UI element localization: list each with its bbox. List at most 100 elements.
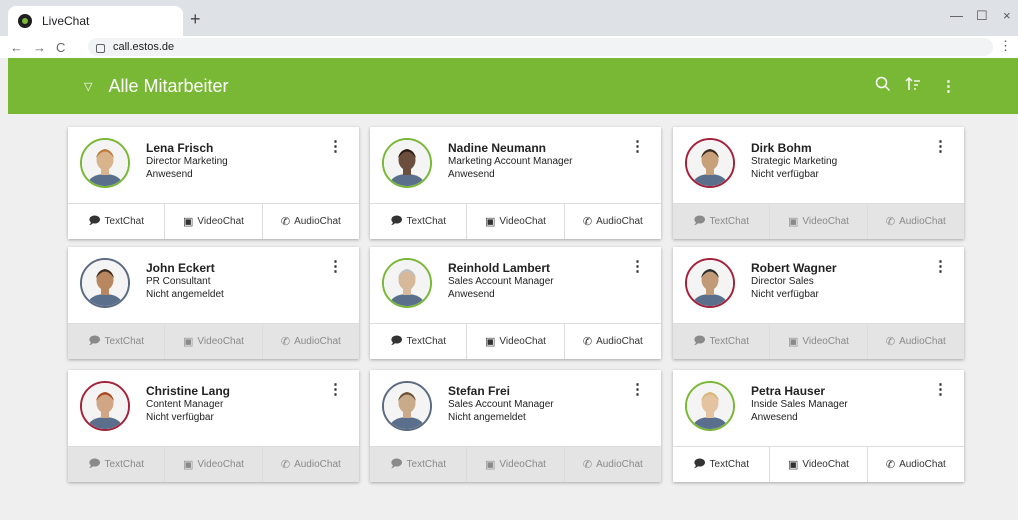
videochat-button[interactable]: ▣ VideoChat [165, 447, 263, 482]
phone-icon: ✆ [582, 216, 593, 228]
minimize-icon[interactable]: — [950, 8, 963, 23]
contact-card[interactable]: John Eckert PR Consultant Nicht angemeld… [68, 247, 359, 359]
textchat-button[interactable]: 🗩︎ TextChat [370, 324, 468, 359]
page-title: Alle Mitarbeiter [108, 75, 229, 96]
textchat-button[interactable]: 🗩︎ TextChat [673, 447, 771, 482]
contact-card[interactable]: Dirk Bohm Strategic Marketing Nicht verf… [673, 127, 964, 239]
phone-icon: ✆ [280, 216, 291, 228]
textchat-button[interactable]: 🗩︎ TextChat [673, 324, 771, 359]
videochat-button[interactable]: ▣ VideoChat [770, 324, 868, 359]
chat-bubble-icon: 🗩︎ [390, 335, 403, 347]
reload-button[interactable]: C [56, 40, 65, 55]
contact-card[interactable]: Robert Wagner Director Sales Nicht verfü… [673, 247, 964, 359]
phone-icon: ✆ [885, 336, 896, 348]
phone-icon: ✆ [582, 459, 593, 471]
contact-card[interactable]: Petra Hauser Inside Sales Manager Anwese… [673, 370, 964, 482]
contact-name: Dirk Bohm [751, 141, 812, 155]
contact-name: John Eckert [146, 261, 215, 275]
browser-tab[interactable]: LiveChat [8, 6, 183, 36]
videochat-label: VideoChat [197, 336, 244, 347]
audiochat-button[interactable]: ✆ AudioChat [868, 204, 964, 239]
lock-icon [96, 43, 105, 53]
more-options-icon[interactable]: ⋮ [328, 257, 343, 275]
video-camera-icon: ▣ [485, 459, 496, 471]
new-tab-button[interactable]: + [190, 9, 201, 30]
action-bar: 🗩︎ TextChat ▣ VideoChat ✆ AudioChat [68, 446, 359, 482]
more-options-icon[interactable]: ⋮ [941, 77, 956, 95]
sort-icon[interactable] [905, 76, 921, 96]
textchat-label: TextChat [709, 336, 749, 347]
textchat-button[interactable]: 🗩︎ TextChat [68, 324, 166, 359]
contact-card[interactable]: Christine Lang Content Manager Nicht ver… [68, 370, 359, 482]
audiochat-button[interactable]: ✆ AudioChat [565, 324, 661, 359]
avatar [382, 381, 432, 431]
videochat-button[interactable]: ▣ VideoChat [467, 447, 565, 482]
close-icon[interactable]: × [1003, 8, 1011, 23]
chat-bubble-icon: 🗩︎ [390, 215, 403, 227]
forward-button[interactable]: → [33, 40, 46, 55]
audiochat-button[interactable]: ✆ AudioChat [263, 324, 359, 359]
textchat-button[interactable]: 🗩︎ TextChat [370, 204, 468, 239]
action-bar: 🗩︎ TextChat ▣ VideoChat ✆ AudioChat [673, 446, 964, 482]
maximize-icon[interactable]: ☐ [976, 8, 988, 24]
chat-bubble-icon: 🗩︎ [390, 458, 403, 470]
contact-status: Nicht angemeldet [146, 289, 224, 300]
browser-menu-icon[interactable]: ⋮ [999, 38, 1012, 54]
textchat-button[interactable]: 🗩︎ TextChat [68, 447, 166, 482]
textchat-label: TextChat [104, 336, 144, 347]
audiochat-button[interactable]: ✆ AudioChat [263, 204, 359, 239]
video-camera-icon: ▣ [183, 216, 194, 228]
textchat-button[interactable]: 🗩︎ TextChat [673, 204, 771, 239]
more-options-icon[interactable]: ⋮ [933, 380, 948, 398]
audiochat-button[interactable]: ✆ AudioChat [263, 447, 359, 482]
videochat-label: VideoChat [499, 459, 546, 470]
chevron-down-icon[interactable]: ▽ [84, 80, 92, 93]
audiochat-label: AudioChat [899, 336, 946, 347]
videochat-label: VideoChat [499, 216, 546, 227]
more-options-icon[interactable]: ⋮ [328, 137, 343, 155]
video-camera-icon: ▣ [788, 336, 799, 348]
videochat-button[interactable]: ▣ VideoChat [770, 447, 868, 482]
more-options-icon[interactable]: ⋮ [630, 137, 645, 155]
contact-card[interactable]: Nadine Neumann Marketing Account Manager… [370, 127, 661, 239]
audiochat-label: AudioChat [899, 216, 946, 227]
audiochat-button[interactable]: ✆ AudioChat [868, 324, 964, 359]
url-field[interactable]: call.estos.de [88, 38, 993, 56]
chat-bubble-icon: 🗩︎ [88, 215, 101, 227]
avatar [382, 138, 432, 188]
contact-status: Nicht verfügbar [751, 289, 819, 300]
contact-card[interactable]: Reinhold Lambert Sales Account Manager A… [370, 247, 661, 359]
videochat-button[interactable]: ▣ VideoChat [467, 204, 565, 239]
search-icon[interactable] [875, 76, 891, 96]
phone-icon: ✆ [885, 216, 896, 228]
textchat-button[interactable]: 🗩︎ TextChat [370, 447, 468, 482]
more-options-icon[interactable]: ⋮ [328, 380, 343, 398]
audiochat-button[interactable]: ✆ AudioChat [565, 447, 661, 482]
more-options-icon[interactable]: ⋮ [630, 380, 645, 398]
video-camera-icon: ▣ [485, 216, 496, 228]
contact-card[interactable]: Lena Frisch Director Marketing Anwesend … [68, 127, 359, 239]
avatar [685, 258, 735, 308]
videochat-button[interactable]: ▣ VideoChat [467, 324, 565, 359]
back-button[interactable]: ← [10, 40, 23, 55]
audiochat-label: AudioChat [899, 459, 946, 470]
videochat-button[interactable]: ▣ VideoChat [770, 204, 868, 239]
contact-card[interactable]: Stefan Frei Sales Account Manager Nicht … [370, 370, 661, 482]
contact-name: Lena Frisch [146, 141, 214, 155]
contact-role: Sales Account Manager [448, 276, 554, 287]
audiochat-label: AudioChat [294, 216, 341, 227]
videochat-button[interactable]: ▣ VideoChat [165, 324, 263, 359]
videochat-label: VideoChat [197, 459, 244, 470]
action-bar: 🗩︎ TextChat ▣ VideoChat ✆ AudioChat [370, 203, 661, 239]
contact-status: Nicht angemeldet [448, 412, 526, 423]
audiochat-label: AudioChat [294, 459, 341, 470]
more-options-icon[interactable]: ⋮ [933, 257, 948, 275]
more-options-icon[interactable]: ⋮ [933, 137, 948, 155]
tab-strip: LiveChat + — ☐ × [0, 0, 1018, 36]
video-camera-icon: ▣ [183, 336, 194, 348]
audiochat-button[interactable]: ✆ AudioChat [565, 204, 661, 239]
videochat-button[interactable]: ▣ VideoChat [165, 204, 263, 239]
textchat-button[interactable]: 🗩︎ TextChat [68, 204, 166, 239]
more-options-icon[interactable]: ⋮ [630, 257, 645, 275]
audiochat-button[interactable]: ✆ AudioChat [868, 447, 964, 482]
